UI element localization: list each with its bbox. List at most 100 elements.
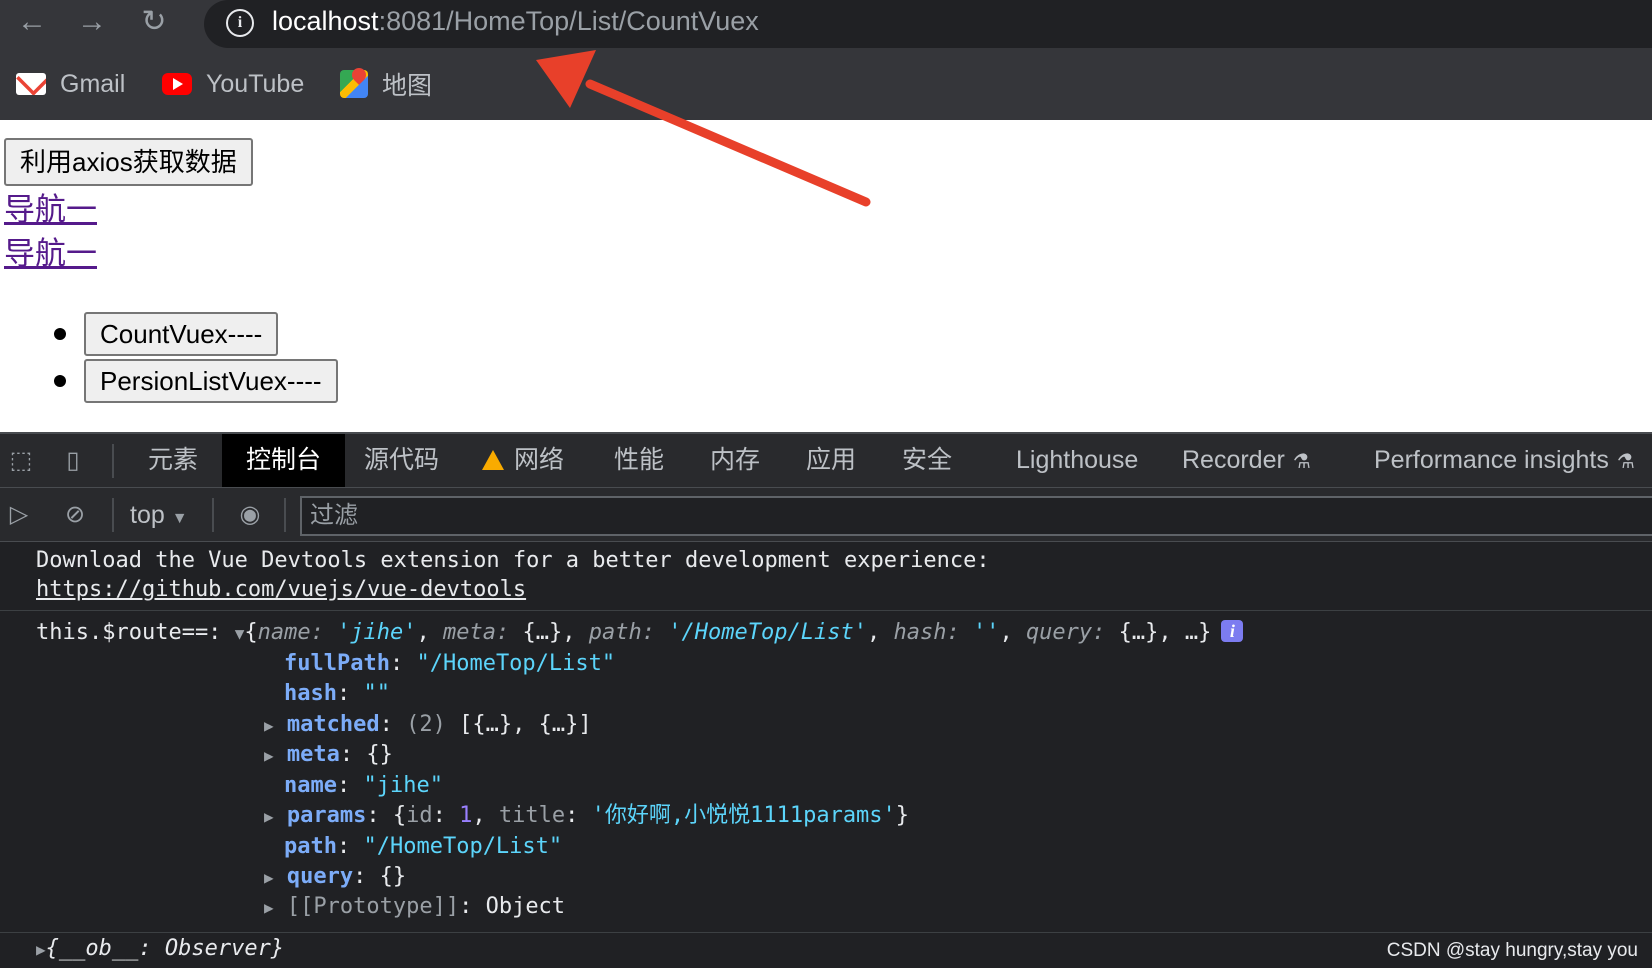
- summary-ellipsis: …}: [1184, 620, 1212, 645]
- caret-down-icon[interactable]: ▼: [235, 624, 245, 643]
- prop-key: hash: [284, 681, 337, 706]
- youtube-icon: [162, 73, 192, 95]
- tab-performance[interactable]: 性能: [614, 434, 664, 487]
- tab-recorder-label: Recorder: [1182, 446, 1285, 474]
- prop-hash: hash: "": [284, 681, 390, 706]
- prop-value: Object: [485, 894, 566, 919]
- next-log-line[interactable]: ▶{__ob__: Observer}: [36, 934, 284, 965]
- sidebar-toggle-icon[interactable]: ▷: [4, 500, 34, 530]
- tab-network[interactable]: 网络: [482, 434, 564, 487]
- prop-subkey: id: [406, 803, 433, 828]
- tab-security[interactable]: 安全: [902, 434, 952, 487]
- flask-icon: ⚗: [1292, 451, 1311, 473]
- caret-right-icon[interactable]: ▶: [264, 716, 274, 735]
- bookmark-youtube[interactable]: YouTube: [162, 62, 304, 106]
- prop-value: {}: [379, 864, 407, 889]
- divider: [112, 498, 114, 532]
- tab-elements[interactable]: 元素: [148, 434, 198, 487]
- summary-key: hash: [893, 620, 947, 645]
- prop-value: {}: [366, 742, 393, 767]
- caret-right-icon[interactable]: ▶: [264, 807, 274, 826]
- device-toolbar-icon[interactable]: ▯: [58, 446, 88, 476]
- prop-query[interactable]: ▶ query: {}: [264, 862, 406, 893]
- divider: [112, 444, 114, 478]
- log-label: this.$route==:: [36, 620, 222, 645]
- filter-input[interactable]: 过滤: [300, 496, 1652, 536]
- axios-fetch-button[interactable]: 利用axios获取数据: [4, 138, 253, 186]
- warning-icon: [482, 450, 504, 470]
- reload-icon[interactable]: ↻: [134, 4, 174, 40]
- url-host: localhost: [272, 6, 379, 36]
- prop-path: path: "/HomeTop/List": [284, 834, 563, 859]
- prop-value: "/HomeTop/List": [416, 651, 616, 676]
- nav-link-1[interactable]: 导航一: [4, 190, 97, 230]
- tab-sources[interactable]: 源代码: [364, 434, 439, 487]
- bookmark-label: YouTube: [206, 69, 305, 98]
- tab-application[interactable]: 应用: [806, 434, 856, 487]
- address-bar[interactable]: i localhost:8081/HomeTop/List/CountVuex: [204, 0, 1652, 48]
- tab-performance-insights[interactable]: Performance insights ⚗: [1374, 434, 1635, 487]
- prop-name: name: "jihe": [284, 773, 443, 798]
- countvuex-button[interactable]: CountVuex----: [84, 312, 279, 356]
- page-viewport: 利用axios获取数据 导航一 导航一 CountVuex---- Persio…: [0, 120, 1652, 432]
- tab-recorder[interactable]: Recorder ⚗: [1182, 434, 1311, 487]
- log-line: this.$route==: ▼{name: 'jihe', meta: {…}…: [36, 618, 1244, 649]
- prop-key: [[Prototype]]: [286, 894, 460, 919]
- prop-key: fullPath: [284, 651, 390, 676]
- persionlistvuex-button[interactable]: PersionListVuex----: [84, 359, 338, 403]
- prop-params[interactable]: ▶ params: {id: 1, title: '你好啊,小悦悦1111par…: [264, 801, 909, 832]
- summary-key: name: [257, 620, 311, 645]
- caret-right-icon[interactable]: ▶: [264, 898, 274, 917]
- address-row: ← → ↻ i localhost:8081/HomeTop/List/Coun…: [0, 0, 1652, 48]
- prop-subkey: title: [498, 803, 566, 828]
- prop-key: matched: [286, 712, 380, 737]
- nav-link-2[interactable]: 导航一: [4, 234, 97, 274]
- prop-prototype[interactable]: ▶ [[Prototype]]: Object: [264, 892, 565, 923]
- forward-icon[interactable]: →: [72, 4, 112, 40]
- info-icon[interactable]: i: [1221, 620, 1244, 642]
- bookmark-maps[interactable]: 地图: [340, 62, 432, 106]
- back-icon[interactable]: ←: [12, 4, 52, 40]
- tab-memory[interactable]: 内存: [710, 434, 760, 487]
- prop-value: '你好啊,小悦悦1111params': [591, 803, 896, 828]
- summary-value: '': [972, 620, 1000, 645]
- flask-icon: ⚗: [1616, 451, 1635, 473]
- caret-right-icon[interactable]: ▶: [264, 868, 274, 887]
- prop-key: path: [284, 834, 337, 859]
- gmail-icon: [16, 73, 46, 95]
- console-output: Download the Vue Devtools extension for …: [0, 542, 1652, 968]
- divider: [212, 498, 214, 532]
- url-text[interactable]: localhost:8081/HomeTop/List/CountVuex: [272, 5, 759, 37]
- tab-lighthouse[interactable]: Lighthouse: [1016, 434, 1138, 487]
- caret-right-icon[interactable]: ▶: [36, 940, 46, 959]
- tab-console[interactable]: 控制台: [222, 434, 346, 487]
- prop-value: [{…}, {…}]: [459, 712, 592, 737]
- console-message: Download the Vue Devtools extension for …: [0, 542, 1652, 611]
- chevron-down-icon: ▼: [171, 510, 188, 527]
- devtools-tabbar: ⬚ ▯ 元素 控制台 源代码 网络 性能 内存 应用 安全 Lighthouse…: [0, 434, 1652, 488]
- bookmark-gmail[interactable]: Gmail: [16, 62, 125, 106]
- prop-meta[interactable]: ▶ meta: {}: [264, 740, 393, 771]
- object-summary[interactable]: {name: 'jihe', meta: {…}, path: '/HomeTo…: [244, 620, 1211, 645]
- vue-devtools-link[interactable]: https://github.com/vuejs/vue-devtools: [36, 577, 526, 602]
- prop-number: 1: [459, 803, 473, 828]
- prop-value: "jihe": [363, 773, 443, 798]
- clear-console-icon[interactable]: ⊘: [60, 500, 90, 530]
- message-text: Download the Vue Devtools extension for …: [36, 548, 990, 573]
- message-link: https://github.com/vuejs/vue-devtools: [36, 575, 526, 605]
- summary-value: {…}: [522, 620, 563, 645]
- caret-right-icon[interactable]: ▶: [264, 746, 274, 765]
- inspect-element-icon[interactable]: ⬚: [6, 446, 36, 476]
- prop-key: name: [284, 773, 337, 798]
- context-selector[interactable]: top ▼: [130, 488, 188, 542]
- tab-performance-insights-label: Performance insights: [1374, 446, 1609, 474]
- divider: [284, 498, 286, 532]
- prop-count: (2): [406, 712, 446, 737]
- bookmark-label: Gmail: [60, 69, 126, 98]
- summary-key: query: [1025, 620, 1093, 645]
- prop-key: params: [286, 803, 367, 828]
- site-info-icon[interactable]: i: [226, 9, 254, 37]
- list-bullet: [54, 328, 66, 340]
- eye-icon[interactable]: ◉: [232, 500, 268, 530]
- prop-matched[interactable]: ▶ matched: (2) [{…}, {…}]: [264, 710, 592, 741]
